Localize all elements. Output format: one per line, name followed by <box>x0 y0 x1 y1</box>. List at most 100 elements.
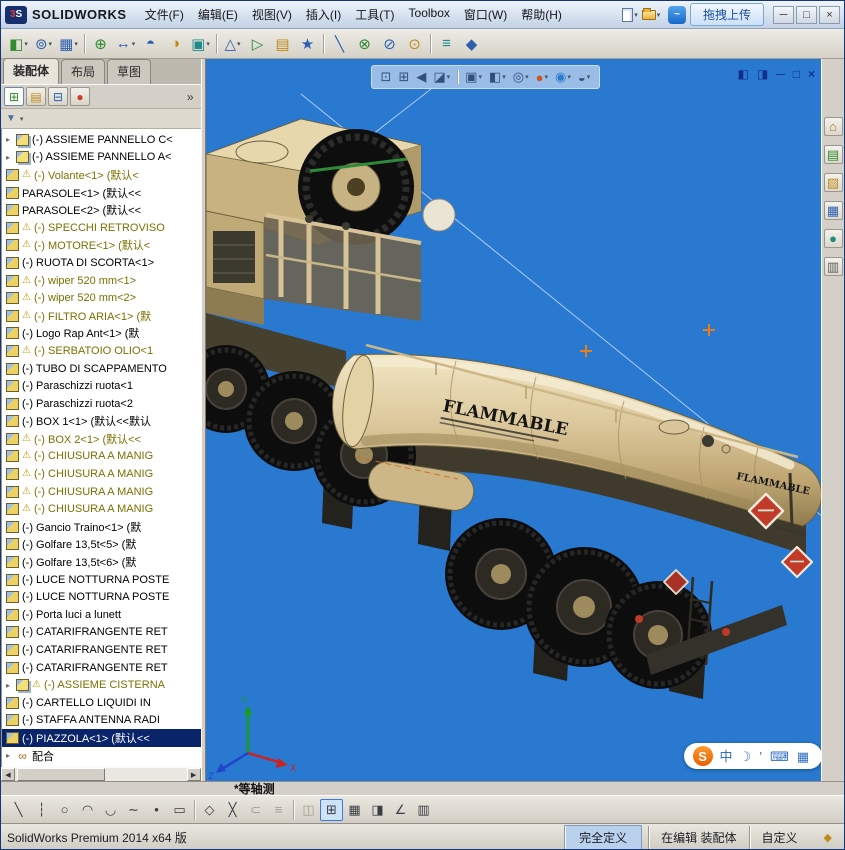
interference-detection-button[interactable]: ⊗ ▾ <box>352 32 377 56</box>
sketch-arc-button[interactable]: ◠ <box>76 799 99 821</box>
graphics-viewport[interactable]: FLAMMABLE FLAMMABLE Y X Z ⊡ ⊞ ◀ ◪ ▾ ▣ ▾ … <box>205 59 822 781</box>
scroll-left-button[interactable]: ◀ <box>1 768 15 781</box>
truck-model[interactable]: FLAMMABLE FLAMMABLE Y X Z <box>205 59 822 781</box>
feature-tree-item[interactable]: ▸ ⚠ (-) ASSIEME CISTERNA <box>2 676 201 694</box>
drag-upload-button[interactable]: 拖拽上传 <box>689 3 764 26</box>
feature-tree-item[interactable]: ▸ ⚠ (-) TUBO DI SCAPPAMENTO <box>2 360 201 378</box>
view-palette-button[interactable]: ▦ <box>823 201 843 220</box>
linear-component-pattern-button[interactable]: ▦ ▾ <box>56 32 81 56</box>
commandmanager-tab[interactable]: 装配体 <box>3 58 60 84</box>
skin-moon-icon[interactable]: ☽ <box>740 750 752 763</box>
units-settings-button[interactable]: ◨ <box>366 799 389 821</box>
commandmanager-tab[interactable]: 布局 <box>61 59 106 84</box>
feature-tree-item[interactable]: ▸ ⚠ (-) CHIUSURA A MANIG <box>2 483 201 501</box>
feature-tree-item[interactable]: ▸ ⚠ (-) LUCE NOTTURNA POSTE <box>2 571 201 589</box>
feature-tree-item[interactable]: ▸ ⚠ (-) CHIUSURA A MANIG <box>2 465 201 483</box>
feature-tree-item[interactable]: ▸ ⚠ (-) Paraschizzi ruota<2 <box>2 395 201 413</box>
viewport-split-left-button[interactable]: ◧ <box>738 67 749 81</box>
insert-components-button[interactable]: ◧ ▾ <box>6 32 31 56</box>
grid-system-button[interactable]: ⊞ <box>320 798 343 821</box>
filter-funnel-icon[interactable]: ▼ <box>6 113 16 124</box>
sketch-line-button[interactable]: ╲ <box>7 799 30 821</box>
displaymanager-tab[interactable]: ● <box>70 87 90 106</box>
sketch-rectangle-button[interactable]: ▭ <box>168 799 191 821</box>
display-style-button[interactable]: ◧ ▾ <box>486 68 509 86</box>
close-button[interactable]: × <box>819 5 840 24</box>
file-explorer-button[interactable]: ▨ <box>823 173 843 192</box>
show-hidden-components-button[interactable]: ◑ ▾ <box>163 32 188 56</box>
bill-of-materials-button[interactable]: ▤ ▾ <box>270 32 295 56</box>
zoom-to-area-button[interactable]: ⊞ ▾ <box>395 68 412 86</box>
menubar-item[interactable]: 文件(F) <box>138 2 191 27</box>
menubar-item[interactable]: 窗口(W) <box>457 2 514 27</box>
expand-arrow-icon[interactable]: ▸ <box>6 135 13 144</box>
tree-horizontal-scrollbar[interactable]: ◀ ▶ <box>1 767 201 781</box>
feature-tree-item[interactable]: ▸ ⚠ (-) Logo Rap Ant<1> (默 <box>2 325 201 343</box>
feature-tree-item[interactable]: ▸ ⚠ (-) BOX 1<1> (默认<<默认 <box>2 413 201 431</box>
mass-properties-button[interactable]: ◆ ▾ <box>459 32 484 56</box>
sketch-point-button[interactable]: • <box>145 799 168 821</box>
feature-tree-item[interactable]: ▸ ⚠ (-) Golfare 13,5t<6> (默 <box>2 553 201 571</box>
minimize-button[interactable]: ─ <box>773 5 794 24</box>
feature-tree-item[interactable]: ▸ ⚠ (-) FILTRO ARIA<1> (默 <box>2 307 201 325</box>
view-orientation-button[interactable]: ▣ ▾ <box>462 68 485 86</box>
feature-tree-item[interactable]: ▸ ⚠ (-) Paraschizzi ruota<1 <box>2 377 201 395</box>
viewport-minimize-button[interactable]: ─ <box>776 67 785 81</box>
menubar-item[interactable]: 插入(I) <box>299 2 348 27</box>
sketch-centerline-button[interactable]: ┆ <box>30 799 53 821</box>
hide-show-items-button[interactable]: ◎ ▾ <box>510 68 532 86</box>
section-view-button[interactable]: ◪ ▾ <box>430 68 453 86</box>
explode-line-sketch-button[interactable]: ╲ ▾ <box>327 32 352 56</box>
menubar-item[interactable]: Toolbox <box>402 2 457 27</box>
feature-tree-item[interactable]: ▸ ⚠ 配合 <box>2 747 201 765</box>
custom-properties-button[interactable]: ▥ <box>823 257 843 276</box>
feature-tree-item[interactable]: ▸ ⚠ (-) MOTORE<1> (默认< <box>2 237 201 255</box>
scroll-right-button[interactable]: ▶ <box>186 768 201 781</box>
symbol-entry-icon[interactable]: ’ <box>759 750 762 763</box>
feature-tree-item[interactable]: ▸ ⚠ (-) wiper 520 mm<2> <box>2 289 201 307</box>
offset-entities-button[interactable]: ≡ <box>267 799 290 821</box>
soft-keyboard-icon[interactable]: ⌨ <box>770 750 789 763</box>
feature-tree-item[interactable]: ▸ ⚠ PARASOLE<2> (默认<< <box>2 201 201 219</box>
quick-tips-icon[interactable]: ◆ <box>810 831 838 844</box>
view-settings-button[interactable]: ◒ ▾ <box>575 69 593 86</box>
ime-mode-toggle[interactable]: 中 <box>720 750 733 763</box>
angle-snap-button[interactable]: ∠ <box>389 799 412 821</box>
configurationmanager-tab[interactable]: ⊟ <box>48 87 68 106</box>
featuremanager-tab[interactable]: ⊞ <box>4 87 24 106</box>
sketch-circle-button[interactable]: ○ <box>53 799 76 821</box>
assembly-features-button[interactable]: ▣ ▾ <box>188 32 213 56</box>
panel-overflow-chevron[interactable]: » <box>187 90 198 104</box>
convert-entities-button[interactable]: ⊂ <box>244 799 267 821</box>
feature-tree-item[interactable]: ▸ ⚠ (-) CATARIFRANGENTE RET <box>2 624 201 642</box>
feature-tree-item[interactable]: ▸ ⚠ (-) Volante<1> (默认< <box>2 166 201 184</box>
snap-options-button[interactable]: ▦ <box>343 799 366 821</box>
viewport-restore-button[interactable]: □ <box>793 67 800 81</box>
solidworks-resources-button[interactable]: ⌂ <box>823 117 843 136</box>
menubar-item[interactable]: 帮助(H) <box>514 2 569 27</box>
menubar-item[interactable]: 视图(V) <box>245 2 299 27</box>
feature-tree-item[interactable]: ▸ ⚠ (-) SERBATOIO OLIO<1 <box>2 342 201 360</box>
feature-tree-item[interactable]: ▸ ⚠ (-) RUOTA DI SCORTA<1> <box>2 254 201 272</box>
feature-tree-item[interactable]: ▸ ⚠ (-) CHIUSURA A MANIG <box>2 448 201 466</box>
reference-geometry-button[interactable]: △ ▾ <box>220 32 245 56</box>
viewport-close-button[interactable]: × <box>808 67 815 81</box>
expand-arrow-icon[interactable]: ▸ <box>6 751 13 760</box>
feature-tree-item[interactable]: ▸ ⚠ (-) BOX 2<1> (默认<< <box>2 430 201 448</box>
edit-appearance-button[interactable]: ● ▾ <box>533 69 551 86</box>
propertymanager-tab[interactable]: ▤ <box>26 87 46 106</box>
sketch-spline-button[interactable]: ∼ <box>122 799 145 821</box>
new-motion-study-button[interactable]: ▷ ▾ <box>245 32 270 56</box>
exploded-view-button[interactable]: ★ ▾ <box>295 32 320 56</box>
customize-menu[interactable]: 自定义 <box>748 826 810 849</box>
feature-tree-item[interactable]: ▸ ⚠ (-) CATARIFRANGENTE RET <box>2 641 201 659</box>
sketch-polygon-button[interactable]: ◇ <box>198 799 221 821</box>
feature-tree-item[interactable]: ▸ ⚠ (-) PIAZZOLA<1> (默认<< <box>2 729 201 747</box>
previous-view-button[interactable]: ◀ ▾ <box>413 68 429 86</box>
commandmanager-tab[interactable]: 草图 <box>107 59 152 84</box>
sketch-settings-button[interactable]: ▥ <box>412 799 435 821</box>
open-document-button[interactable]: ▾ <box>641 5 661 25</box>
feature-tree-item[interactable]: ▸ ⚠ (-) STAFFA ANTENNA RADI <box>2 712 201 730</box>
apply-scene-button[interactable]: ◉ ▾ <box>552 68 574 86</box>
feature-tree-item[interactable]: ▸ ⚠ PARASOLE<1> (默认<< <box>2 184 201 202</box>
